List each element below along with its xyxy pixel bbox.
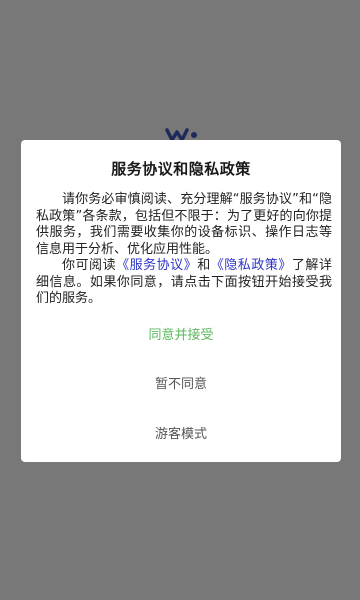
disagree-button[interactable]: 暂不同意 [21, 373, 341, 392]
links-paragraph: 你可阅读《服务协议》和《隐私政策》了解详细信息。如果你同意，请点击下面按钮开始接… [36, 258, 332, 308]
agree-button[interactable]: 同意并接受 [21, 324, 341, 343]
dialog-body: 请你务必审慎阅读、充分理解“服务协议”和“隐私政策”各条款，包括但不限于：为了更… [36, 192, 332, 308]
links-paragraph-prefix: 你可阅读 [62, 258, 117, 273]
dialog-title: 服务协议和隐私政策 [111, 160, 251, 178]
guest-mode-button[interactable]: 游客模式 [21, 423, 341, 442]
terms-paragraph: 请你务必审慎阅读、充分理解“服务协议”和“隐私政策”各条款，包括但不限于：为了更… [36, 192, 332, 257]
service-agreement-link[interactable]: 《服务协议》 [116, 258, 197, 273]
privacy-dialog: 服务协议和隐私政策 请你务必审慎阅读、充分理解“服务协议”和“隐私政策”各条款，… [21, 140, 341, 462]
privacy-policy-link[interactable]: 《隐私政策》 [211, 258, 292, 273]
links-paragraph-and: 和 [197, 258, 211, 273]
